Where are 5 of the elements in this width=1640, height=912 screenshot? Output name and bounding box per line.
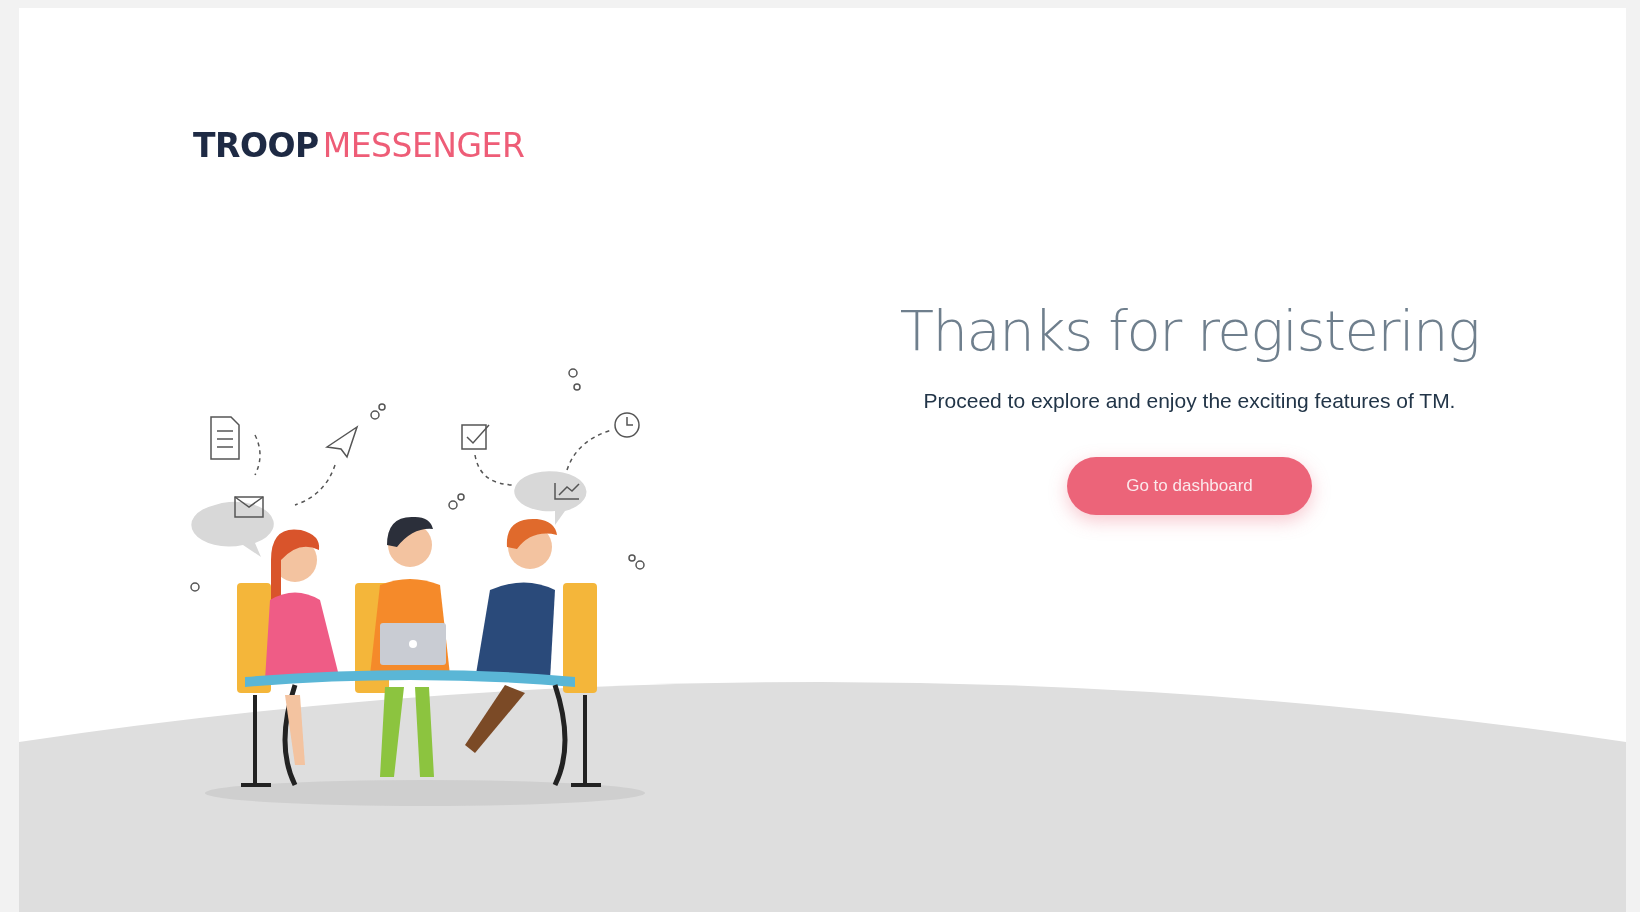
go-to-dashboard-button[interactable]: Go to dashboard [1067, 457, 1312, 515]
heading: Thanks for registering [899, 298, 1480, 363]
subtitle: Proceed to explore and enjoy the exciting features of TM. [923, 389, 1456, 413]
logo-text: TROOP [193, 126, 319, 165]
logo-text: MESSENGER [322, 126, 525, 165]
